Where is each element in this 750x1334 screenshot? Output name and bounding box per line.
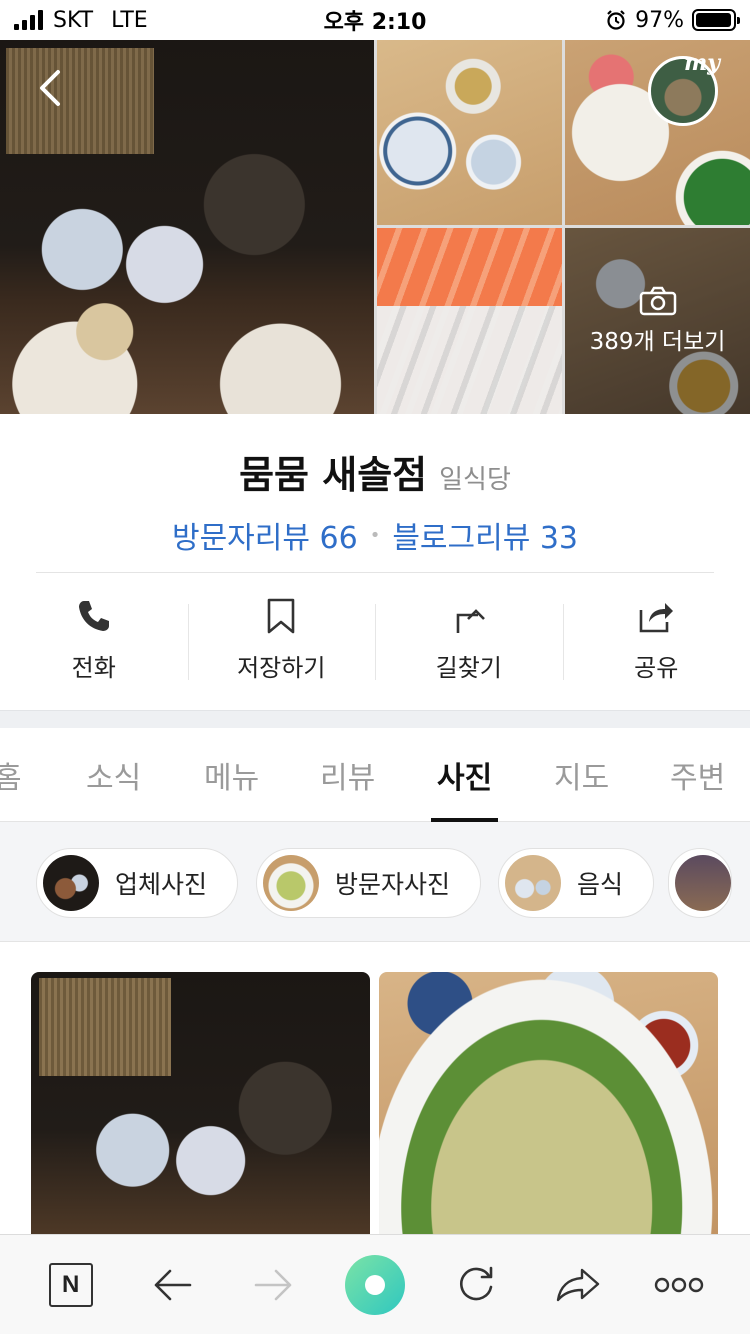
visitor-reviews-link[interactable]: 방문자리뷰 66 bbox=[172, 513, 358, 557]
action-bar: 전화 저장하기 길찾기 공유 bbox=[0, 590, 750, 700]
action-label: 전화 bbox=[71, 654, 116, 682]
grid-photo[interactable] bbox=[31, 972, 370, 1234]
more-dots-icon bbox=[655, 1277, 704, 1292]
more-photos-label: 389개 더보기 bbox=[589, 329, 726, 355]
directions-button[interactable]: 길찾기 bbox=[375, 590, 563, 700]
forward-nav-button[interactable] bbox=[244, 1255, 304, 1315]
action-label: 길찾기 bbox=[435, 654, 502, 682]
place-info: 뭄뭄 새솔점 일식당 방문자리뷰 66 • 블로그리뷰 33 bbox=[0, 414, 750, 574]
chip-thumbnail bbox=[675, 855, 731, 911]
filter-chip-more[interactable] bbox=[668, 848, 732, 918]
blog-reviews-link[interactable]: 블로그리뷰 33 bbox=[392, 513, 578, 557]
filter-chip-visitor-photos[interactable]: 방문자사진 bbox=[256, 848, 482, 918]
section-separator bbox=[0, 710, 750, 728]
photo-thumbnail[interactable] bbox=[377, 228, 562, 414]
green-dot-button[interactable] bbox=[344, 1254, 405, 1315]
call-button[interactable]: 전화 bbox=[0, 590, 188, 700]
photo-filter-bar: 업체사진 방문자사진 음식 bbox=[0, 822, 750, 942]
filter-chip-business-photos[interactable]: 업체사진 bbox=[36, 848, 239, 918]
status-bar: SKT LTE 오후 2:10 97% bbox=[0, 0, 750, 40]
divider bbox=[36, 572, 714, 573]
chip-label: 방문자사진 bbox=[335, 870, 451, 899]
share-arrow-icon bbox=[556, 1268, 600, 1301]
chip-label: 음식 bbox=[577, 870, 624, 899]
chip-thumbnail bbox=[263, 855, 319, 911]
action-label: 공유 bbox=[634, 654, 679, 682]
bookmark-icon bbox=[261, 596, 301, 636]
chip-thumbnail bbox=[505, 855, 561, 911]
directions-icon bbox=[449, 596, 489, 636]
tab-reviews[interactable]: 리뷰 bbox=[320, 728, 375, 822]
share-icon bbox=[636, 596, 676, 636]
naver-n-icon: N bbox=[48, 1262, 93, 1307]
signal-strength-icon bbox=[14, 10, 43, 30]
chevron-left-icon bbox=[40, 70, 60, 106]
my-badge-label: my bbox=[684, 50, 721, 76]
clock: 오후 2:10 bbox=[323, 10, 427, 35]
share-button[interactable]: 공유 bbox=[562, 590, 750, 700]
photo-decoration bbox=[6, 48, 154, 154]
tab-bar: 홈 소식 메뉴 리뷰 사진 지도 주변 bbox=[0, 728, 750, 822]
photo-grid bbox=[0, 972, 750, 1234]
title-row: 뭄뭄 새솔점 일식당 bbox=[0, 444, 750, 499]
save-button[interactable]: 저장하기 bbox=[187, 590, 376, 700]
chip-thumbnail bbox=[43, 855, 99, 911]
tab-home[interactable]: 홈 bbox=[0, 728, 22, 822]
alarm-icon bbox=[607, 10, 625, 30]
photo-header: 389개 더보기 my bbox=[0, 40, 750, 414]
refresh-icon bbox=[460, 1266, 493, 1300]
place-category: 일식당 bbox=[439, 465, 511, 495]
refresh-button[interactable] bbox=[446, 1255, 506, 1315]
arrow-right-icon bbox=[254, 1269, 291, 1300]
photo-thumbnail[interactable] bbox=[377, 40, 562, 225]
place-name: 뭄뭄 새솔점 bbox=[239, 453, 428, 497]
tab-nearby[interactable]: 주변 bbox=[670, 728, 725, 822]
separator-dot: • bbox=[369, 524, 381, 546]
grid-photo[interactable] bbox=[379, 972, 718, 1234]
tab-map[interactable]: 지도 bbox=[554, 728, 609, 822]
status-left: SKT LTE bbox=[14, 8, 148, 33]
back-nav-button[interactable] bbox=[142, 1255, 202, 1315]
action-label: 저장하기 bbox=[237, 654, 326, 682]
more-menu-button[interactable] bbox=[649, 1255, 709, 1315]
status-right: 97% bbox=[605, 7, 740, 33]
phone-icon bbox=[74, 596, 114, 636]
tab-photos[interactable]: 사진 bbox=[430, 728, 499, 822]
tab-news[interactable]: 소식 bbox=[86, 728, 141, 822]
carrier-label: SKT bbox=[53, 7, 94, 33]
network-label: LTE bbox=[111, 7, 148, 33]
more-photos-button[interactable]: 389개 더보기 bbox=[565, 228, 750, 414]
arrow-left-icon bbox=[154, 1269, 192, 1300]
battery-icon bbox=[692, 9, 740, 31]
filter-chip-food[interactable]: 음식 bbox=[498, 848, 655, 918]
green-dot-icon bbox=[344, 1254, 405, 1315]
chip-label: 업체사진 bbox=[115, 870, 208, 899]
battery-percent: 97% bbox=[635, 7, 684, 33]
tab-menu[interactable]: 메뉴 bbox=[204, 728, 259, 822]
review-row: 방문자리뷰 66 • 블로그리뷰 33 bbox=[0, 513, 750, 557]
back-button[interactable] bbox=[30, 66, 74, 110]
naver-home-button[interactable]: N bbox=[41, 1255, 101, 1315]
camera-icon bbox=[639, 286, 676, 316]
share-page-button[interactable] bbox=[548, 1255, 608, 1315]
browser-toolbar: N bbox=[0, 1234, 750, 1334]
